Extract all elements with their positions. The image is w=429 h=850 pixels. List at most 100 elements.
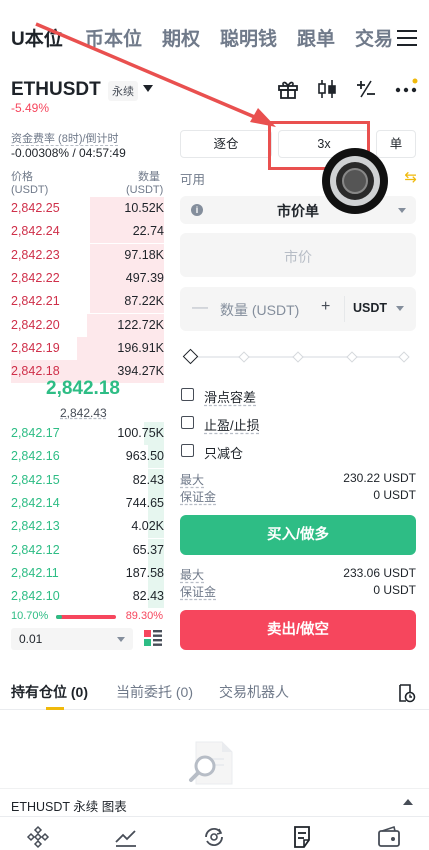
max-label: 最大 [180, 473, 205, 487]
sell-short-button[interactable]: 卖出/做空 [180, 610, 416, 650]
ask-row[interactable]: 2,842.25 10.52K [0, 197, 170, 220]
ask-row[interactable]: 2,842.20 122.72K [0, 313, 170, 337]
funding-rate-value: -0.00308% / 04:57:49 [11, 146, 126, 160]
top-tab-bar: U本位 币本位 期权 聪明钱 跟单 交易 [0, 24, 429, 60]
chevron-down-icon [117, 637, 125, 642]
ask-row[interactable]: 2,842.19 196.91K [0, 336, 170, 360]
divider [344, 296, 345, 322]
gift-icon[interactable] [277, 78, 299, 100]
tab-positions[interactable]: 持有仓位 (0) [11, 682, 88, 702]
ask-row[interactable]: 2,842.24 22.74 [0, 220, 170, 244]
tab-coinm[interactable]: 币本位 [85, 24, 142, 51]
transfer-icon[interactable]: ⇆ [404, 168, 417, 186]
row-qty: 87.22K [124, 294, 164, 309]
chart-drawer-bar[interactable]: ETHUSDT 永续 图表 [0, 788, 429, 816]
checkbox-box[interactable] [181, 388, 194, 401]
bid-row[interactable]: 2,842.13 4.02K [0, 515, 170, 539]
ask-row[interactable]: 2,842.21 87.22K [0, 290, 170, 314]
more-icon[interactable] [394, 78, 418, 100]
bid-row[interactable]: 2,842.15 82.43 [0, 468, 170, 492]
ob-price-unit: (USDT) [11, 184, 49, 196]
margin-label: 保证金 [180, 585, 217, 599]
row-price: 2,842.23 [11, 247, 60, 262]
row-qty: 97.18K [124, 247, 164, 262]
row-qty: 394.27K [117, 364, 164, 379]
row-qty: 10.52K [124, 201, 164, 215]
plus-icon[interactable]: + [321, 298, 330, 316]
bid-row[interactable]: 2,842.10 82.43 [0, 585, 170, 609]
slider-step-100[interactable] [398, 351, 410, 363]
candlestick-icon[interactable] [316, 78, 338, 100]
row-price: 2,842.20 [11, 317, 60, 332]
row-price: 2,842.15 [11, 472, 60, 487]
plus-minus-icon[interactable] [355, 78, 377, 100]
last-price[interactable]: 2,842.18 [46, 378, 120, 400]
tab-copy-trading[interactable]: 跟单 [297, 24, 335, 51]
row-price: 2,842.19 [11, 340, 60, 355]
ratio-fill [56, 615, 63, 619]
quantity-slider[interactable] [182, 348, 410, 365]
symbol-title[interactable]: ETHUSDT [11, 79, 101, 101]
chevron-down-icon [398, 208, 406, 213]
ob-price-header: 价格 [11, 171, 33, 183]
tab-open-orders[interactable]: 当前委托 (0) [116, 682, 193, 702]
slider-step-75[interactable] [346, 351, 358, 363]
tab-trade[interactable]: 交易 [355, 24, 393, 51]
checkbox-box[interactable] [181, 444, 194, 457]
tab-options[interactable]: 期权 [162, 24, 200, 51]
quantity-stepper[interactable]: — 数量 (USDT) + USDT [180, 287, 416, 331]
buy-sell-ratio: 10.70% 89.30% [11, 610, 163, 624]
row-qty: 100.75K [117, 426, 164, 440]
tab-trade-clip: 交易 [355, 24, 393, 54]
checkbox-box[interactable] [181, 416, 194, 429]
quantity-unit-select[interactable]: USDT [353, 301, 387, 315]
bid-row[interactable]: 2,842.17 100.75K [0, 422, 170, 445]
position-mode-button[interactable]: 单 [376, 130, 416, 158]
slider-handle[interactable] [182, 348, 199, 365]
available-label: 可用 [180, 173, 206, 187]
order-type-label: 市价单 [277, 203, 319, 219]
sell-margin-row: 保证金 0 USDT [180, 583, 416, 599]
minus-icon[interactable]: — [192, 299, 208, 317]
bid-row[interactable]: 2,842.16 963.50 [0, 445, 170, 469]
row-price: 2,842.25 [11, 201, 60, 215]
home-icon[interactable] [26, 825, 50, 849]
chevron-down-icon [396, 306, 404, 311]
bid-row[interactable]: 2,842.11 187.58 [0, 561, 170, 585]
markets-icon[interactable] [114, 825, 138, 849]
row-qty: 122.72K [117, 317, 164, 332]
symbol-dropdown-icon[interactable] [143, 85, 153, 92]
bid-row[interactable]: 2,842.14 744.65 [0, 491, 170, 515]
margin-label: 保证金 [180, 490, 217, 504]
row-price: 2,842.16 [11, 449, 60, 464]
margin-mode-button[interactable]: 逐仓 [180, 130, 272, 158]
precision-select[interactable]: 0.01 [11, 628, 133, 650]
ask-row[interactable]: 2,842.23 97.18K [0, 243, 170, 267]
orderbook-layout-icon[interactable] [143, 628, 163, 648]
trade-icon[interactable] [202, 825, 226, 849]
funding-rate-label[interactable]: 资金费率 (8时)/倒计时 [11, 130, 119, 146]
sell-ratio: 89.30% [125, 610, 163, 622]
tab-trading-bots[interactable]: 交易机器人 [219, 682, 289, 702]
buy-long-button[interactable]: 买入/做多 [180, 515, 416, 555]
tab-smart-money[interactable]: 聪明钱 [220, 24, 277, 51]
price-change: -5.49% [11, 101, 50, 115]
slider-step-25[interactable] [238, 351, 250, 363]
chart-drawer-label: ETHUSDT 永续 图表 [11, 800, 127, 814]
bottom-nav [0, 816, 429, 850]
quantity-input[interactable]: 数量 (USDT) [220, 300, 299, 320]
empty-state-icon [189, 741, 233, 785]
row-qty: 744.65 [125, 495, 164, 510]
ask-row[interactable]: 2,842.22 497.39 [0, 266, 170, 290]
tab-usdm[interactable]: U本位 [11, 24, 63, 51]
row-qty: 4.02K [131, 519, 164, 534]
slider-step-50[interactable] [292, 351, 304, 363]
wallet-icon[interactable] [377, 825, 401, 849]
chevron-up-icon[interactable] [403, 799, 413, 805]
row-price: 2,842.21 [11, 294, 60, 309]
mark-price[interactable]: 2,842.43 [60, 406, 107, 420]
futures-icon[interactable] [290, 825, 314, 849]
menu-icon[interactable] [397, 30, 417, 48]
order-history-icon[interactable] [396, 683, 416, 703]
bid-row[interactable]: 2,842.12 65.37 [0, 538, 170, 562]
